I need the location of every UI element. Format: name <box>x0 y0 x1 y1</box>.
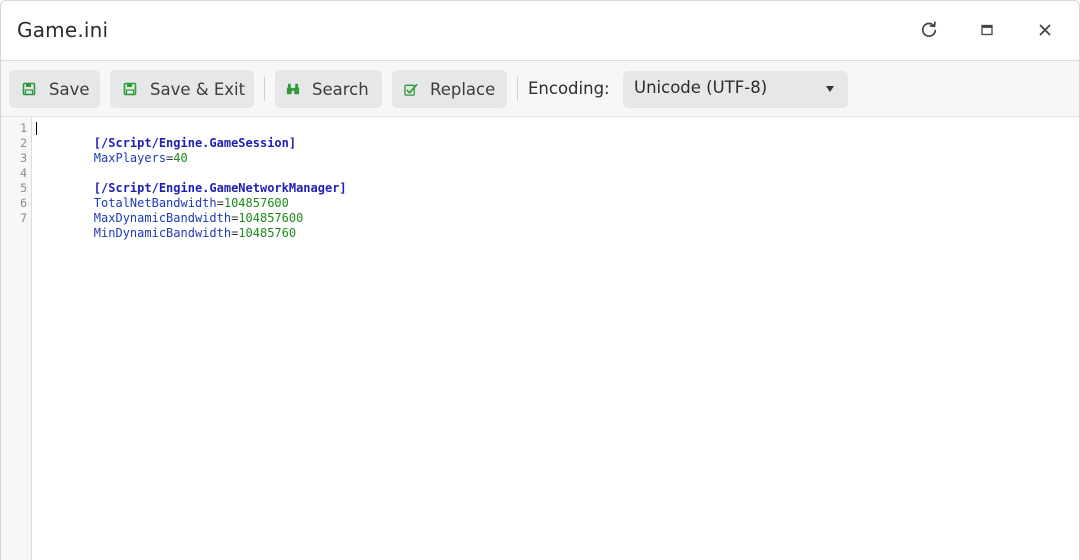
search-button[interactable]: Search <box>275 70 382 108</box>
encoding-select[interactable]: Unicode (UTF-8) <box>623 71 848 108</box>
code-editor[interactable]: 1 2 3 4 5 6 7 [/Script/Engine.GameSessio… <box>1 117 1079 560</box>
refresh-icon[interactable] <box>916 17 942 43</box>
encoding-label: Encoding: <box>528 79 610 98</box>
editor-window: Game.ini Save Save & Exit Search Replace… <box>0 0 1080 560</box>
save-exit-button[interactable]: Save & Exit <box>110 70 254 108</box>
line-number: 6 <box>20 196 27 210</box>
code-line[interactable]: [/Script/Engine.GameNetworkManager] <box>36 166 1066 195</box>
code-line[interactable] <box>36 151 1066 166</box>
ini-section-header: [/Script/Engine.GameNetworkManager] <box>93 181 347 195</box>
ini-key: MaxDynamicBandwidth <box>93 211 232 225</box>
line-number: 2 <box>20 136 27 150</box>
ini-value: 104857600 <box>223 196 289 210</box>
ini-key: TotalNetBandwidth <box>93 196 217 210</box>
save-button[interactable]: Save <box>9 70 100 108</box>
code-area[interactable]: [/Script/Engine.GameSession] MaxPlayers =… <box>36 121 1066 240</box>
encoding-select-value: Unicode (UTF-8) <box>634 78 768 97</box>
line-number-gutter: 1 2 3 4 5 6 7 <box>1 117 32 560</box>
title-bar: Game.ini <box>1 1 1079 61</box>
close-icon[interactable] <box>1032 17 1058 43</box>
replace-button[interactable]: Replace <box>392 70 507 108</box>
chevron-down-icon <box>826 86 834 92</box>
ini-key: MaxPlayers <box>93 151 167 165</box>
line-number: 7 <box>20 211 27 225</box>
ini-value: 10485760 <box>238 226 297 240</box>
ini-section-header: [/Script/Engine.GameSession] <box>93 136 297 150</box>
line-number: 4 <box>20 166 27 180</box>
line-number: 5 <box>20 181 27 195</box>
save-icon <box>22 82 36 96</box>
code-line[interactable]: [/Script/Engine.GameSession] <box>36 121 1066 150</box>
ini-value: 104857600 <box>238 211 304 225</box>
toolbar-separator <box>517 77 518 101</box>
save-exit-icon <box>123 82 137 96</box>
ini-equals: = <box>216 196 224 210</box>
replace-button-label: Replace <box>430 79 496 99</box>
text-cursor <box>36 122 37 135</box>
binoculars-icon <box>286 82 300 96</box>
maximize-icon[interactable] <box>974 17 1000 43</box>
save-button-label: Save <box>49 79 90 99</box>
search-button-label: Search <box>312 79 369 99</box>
line-number: 3 <box>20 151 27 165</box>
replace-icon <box>404 82 418 96</box>
ini-key: MinDynamicBandwidth <box>93 226 232 240</box>
line-number: 1 <box>20 121 27 135</box>
ini-value: 40 <box>173 151 188 165</box>
save-exit-button-label: Save & Exit <box>150 79 246 99</box>
toolbar-separator <box>264 77 265 101</box>
window-title: Game.ini <box>17 18 109 42</box>
